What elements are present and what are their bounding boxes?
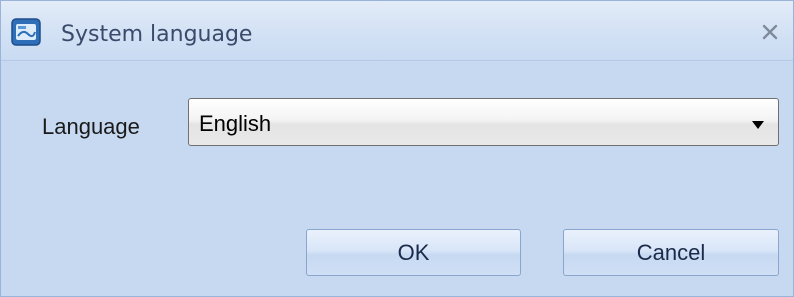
close-icon[interactable] — [753, 15, 787, 49]
window-title: System language — [61, 22, 253, 47]
system-language-dialog: System language Language English OK Canc… — [0, 0, 794, 297]
language-dropdown[interactable]: English — [188, 98, 779, 146]
cancel-button[interactable]: Cancel — [563, 229, 779, 276]
app-icon — [11, 18, 41, 46]
title-bar[interactable]: System language — [1, 1, 793, 61]
language-selected-value: English — [199, 111, 272, 136]
ok-button[interactable]: OK — [306, 229, 521, 276]
chevron-down-icon[interactable] — [751, 117, 765, 129]
language-label: Language — [42, 114, 140, 139]
